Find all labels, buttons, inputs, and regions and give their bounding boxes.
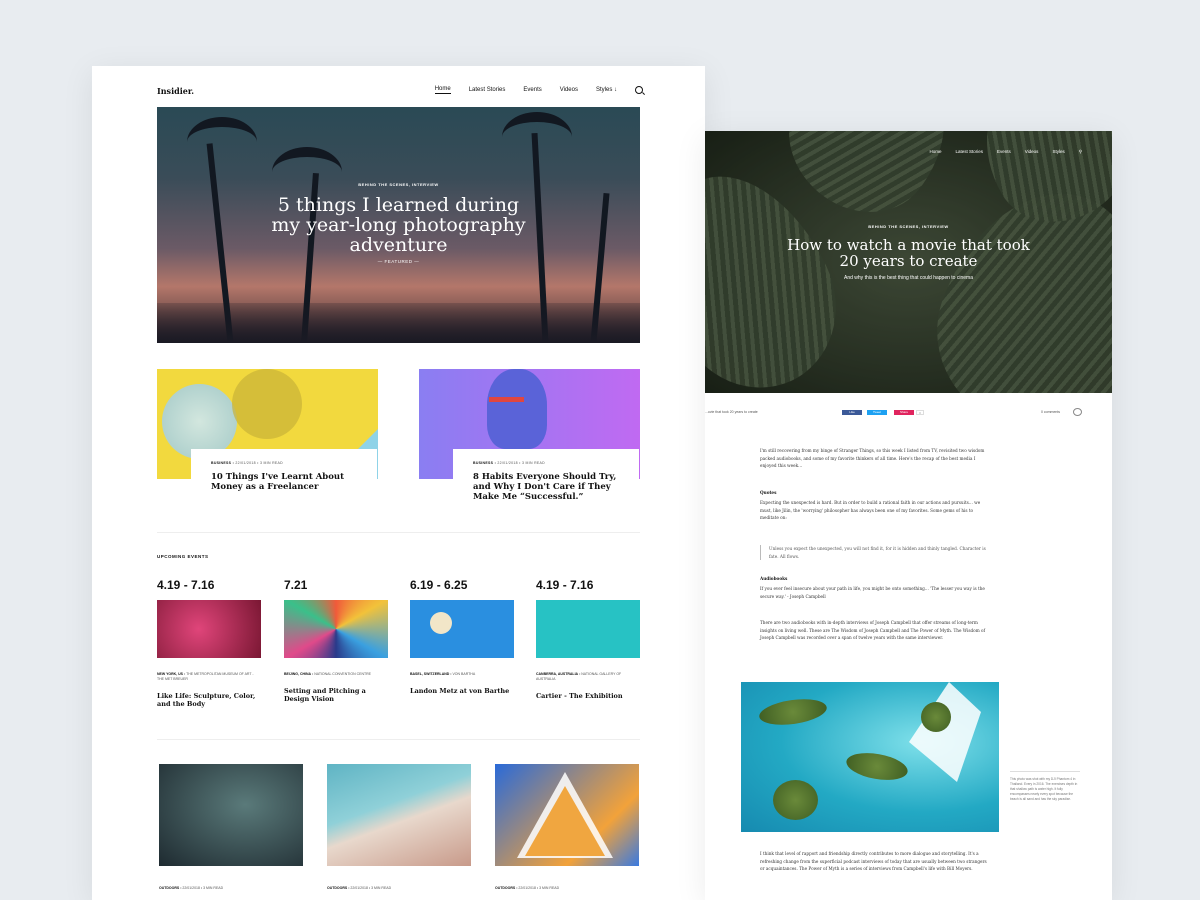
hero-title[interactable]: 5 things I learned during my year-long p… bbox=[269, 195, 529, 255]
thumb-meta: OUTDOORS • 22/01/2018 • 3 MIN READ bbox=[327, 886, 392, 890]
section-divider bbox=[157, 739, 640, 740]
portrait-shape bbox=[487, 369, 547, 449]
glass-bowl-shape bbox=[162, 384, 237, 459]
article-paragraph: I'm still recovering from my binge of St… bbox=[760, 448, 985, 468]
facebook-like-button[interactable]: Like bbox=[842, 410, 862, 415]
article-paragraph: Expecting the unexpected is hard. But in… bbox=[760, 500, 981, 520]
article-image bbox=[741, 682, 999, 832]
event-location: CANBERRA, AUSTRALIA • NATIONAL GALLERY O… bbox=[536, 672, 622, 681]
nav-home[interactable]: Home bbox=[929, 149, 941, 155]
image-caption: This photo was shot with my DJI Phantom … bbox=[1010, 771, 1080, 802]
flower-shape bbox=[430, 612, 452, 634]
section-heading: Audiobooks bbox=[760, 576, 788, 581]
featured-label: — FEATURED — bbox=[377, 259, 420, 264]
palm-frond bbox=[187, 117, 257, 167]
card-meta: BUSINESS • 22/01/2018 • 3 MIN READ bbox=[211, 461, 283, 465]
event-date: 4.19 - 7.16 bbox=[536, 578, 594, 592]
nav-styles[interactable]: Styles ↓ bbox=[596, 87, 617, 93]
nav-videos[interactable]: Videos bbox=[1025, 149, 1039, 155]
nav-home[interactable]: Home bbox=[434, 86, 451, 94]
section-heading: Quotes bbox=[760, 490, 777, 495]
palm-frond bbox=[502, 112, 572, 162]
thumb-meta: OUTDOORS • 22/01/2018 • 3 MIN READ bbox=[495, 886, 560, 890]
upcoming-events-title: UPCOMING EVENTS bbox=[157, 554, 209, 559]
glasses-shape bbox=[489, 397, 524, 402]
article-kicker: BEHIND THE SCENES, INTERVIEW bbox=[868, 224, 949, 229]
share-count: 0 bbox=[916, 410, 924, 415]
article-page-mockup: Home Latest Stories Events Videos Styles… bbox=[705, 131, 1112, 900]
comments-count[interactable]: 0 comments bbox=[1041, 410, 1060, 414]
event-item[interactable]: 7.21 BEIJING, CHINA • NATIONAL CONVENTIO… bbox=[284, 578, 388, 703]
article-title: How to watch a movie that took 20 years … bbox=[787, 236, 1030, 270]
island-shape bbox=[844, 748, 910, 785]
article-paragraph: There are two audiobooks with in-depth i… bbox=[760, 620, 986, 640]
event-title[interactable]: Landon Metz at von Barthe bbox=[410, 687, 514, 695]
blockquote: Unless you expect the unexpected, you wi… bbox=[760, 545, 990, 560]
search-icon[interactable]: ⚲ bbox=[1079, 149, 1082, 155]
nav-events[interactable]: Events bbox=[523, 87, 541, 93]
article-thumbnail[interactable] bbox=[327, 764, 471, 866]
card-text: BUSINESS • 22/01/2018 • 3 MIN READ 8 Hab… bbox=[453, 449, 639, 504]
island-shape bbox=[921, 702, 951, 732]
sandbar-shape bbox=[909, 682, 981, 782]
plate-shape bbox=[232, 369, 302, 439]
article-thumbnail[interactable] bbox=[159, 764, 303, 866]
event-date: 4.19 - 7.16 bbox=[157, 578, 215, 592]
homepage-mockup: Insidier. Home Latest Stories Events Vid… bbox=[92, 66, 705, 900]
event-item[interactable]: 4.19 - 7.16 NEW YORK, US • THE METROPOLI… bbox=[157, 578, 261, 708]
article-hero-text: BEHIND THE SCENES, INTERVIEW How to watc… bbox=[705, 224, 1112, 281]
island-shape bbox=[757, 695, 829, 729]
thumb-meta: OUTDOORS • 22/01/2018 • 3 MIN READ bbox=[159, 886, 224, 890]
hero-kicker: BEHIND THE SCENES, INTERVIEW bbox=[358, 182, 439, 187]
site-logo[interactable]: Insidier. bbox=[157, 86, 194, 96]
nav-videos[interactable]: Videos bbox=[560, 87, 578, 93]
section-divider bbox=[157, 532, 640, 533]
island-shape bbox=[773, 780, 818, 820]
article-nav: Home Latest Stories Events Videos Styles… bbox=[929, 149, 1082, 155]
search-icon[interactable] bbox=[635, 86, 643, 94]
card-meta: BUSINESS • 22/01/2018 • 3 MIN READ bbox=[473, 461, 545, 465]
article-card[interactable]: BUSINESS • 22/01/2018 • 3 MIN READ 8 Hab… bbox=[419, 369, 640, 504]
nav-latest-stories[interactable]: Latest Stories bbox=[955, 149, 983, 155]
sticky-article-title: ...ovie that took 20 years to create bbox=[705, 410, 758, 414]
event-item[interactable]: 6.19 - 6.25 BASEL, SWITZERLAND • VON BAR… bbox=[410, 578, 514, 695]
event-date: 6.19 - 6.25 bbox=[410, 578, 468, 592]
event-location: BASEL, SWITZERLAND • VON BARTHA bbox=[410, 672, 476, 676]
nav-styles[interactable]: Styles bbox=[1052, 149, 1064, 155]
event-title[interactable]: Setting and Pitching a Design Vision bbox=[284, 687, 388, 703]
hero-text: BEHIND THE SCENES, INTERVIEW 5 things I … bbox=[157, 182, 640, 264]
event-item[interactable]: 4.19 - 7.16 CANBERRA, AUSTRALIA • NATION… bbox=[536, 578, 640, 700]
event-image bbox=[284, 600, 388, 658]
share-button[interactable]: Share bbox=[894, 410, 914, 415]
horizon-shadow bbox=[157, 303, 640, 343]
article-paragraph: I think that level of rapport and friend… bbox=[760, 851, 987, 871]
nav-latest-stories[interactable]: Latest Stories bbox=[469, 87, 506, 93]
comment-icon[interactable] bbox=[1073, 408, 1082, 416]
triangle-shape bbox=[525, 786, 605, 856]
main-nav: Home Latest Stories Events Videos Styles… bbox=[434, 86, 643, 94]
article-hero: Home Latest Stories Events Videos Styles… bbox=[705, 131, 1112, 393]
event-location: BEIJING, CHINA • NATIONAL CONVENTION CEN… bbox=[284, 672, 371, 676]
event-title[interactable]: Cartier - The Exhibition bbox=[536, 692, 640, 700]
event-date: 7.21 bbox=[284, 578, 308, 592]
card-title[interactable]: 10 Things I've Learnt About Money as a F… bbox=[211, 472, 357, 492]
event-title[interactable]: Like Life: Sculpture, Color, and the Bod… bbox=[157, 692, 261, 708]
tweet-button[interactable]: Tweet bbox=[867, 410, 887, 415]
event-location: NEW YORK, US • THE METROPOLITAN MUSEUM O… bbox=[157, 672, 254, 681]
event-image bbox=[536, 600, 640, 658]
article-thumbnail[interactable] bbox=[495, 764, 639, 866]
card-text: BUSINESS • 22/01/2018 • 3 MIN READ 10 Th… bbox=[191, 449, 377, 504]
article-paragraph: If you ever feel insecure about your pat… bbox=[760, 586, 985, 599]
article-subtitle: And why this is the best thing that coul… bbox=[844, 275, 973, 281]
event-image bbox=[157, 600, 261, 658]
event-image bbox=[410, 600, 514, 658]
hero-featured-article[interactable]: BEHIND THE SCENES, INTERVIEW 5 things I … bbox=[157, 107, 640, 343]
nav-events[interactable]: Events bbox=[997, 149, 1011, 155]
card-title[interactable]: 8 Habits Everyone Should Try, and Why I … bbox=[473, 472, 619, 502]
article-card[interactable]: BUSINESS • 22/01/2018 • 3 MIN READ 10 Th… bbox=[157, 369, 378, 504]
